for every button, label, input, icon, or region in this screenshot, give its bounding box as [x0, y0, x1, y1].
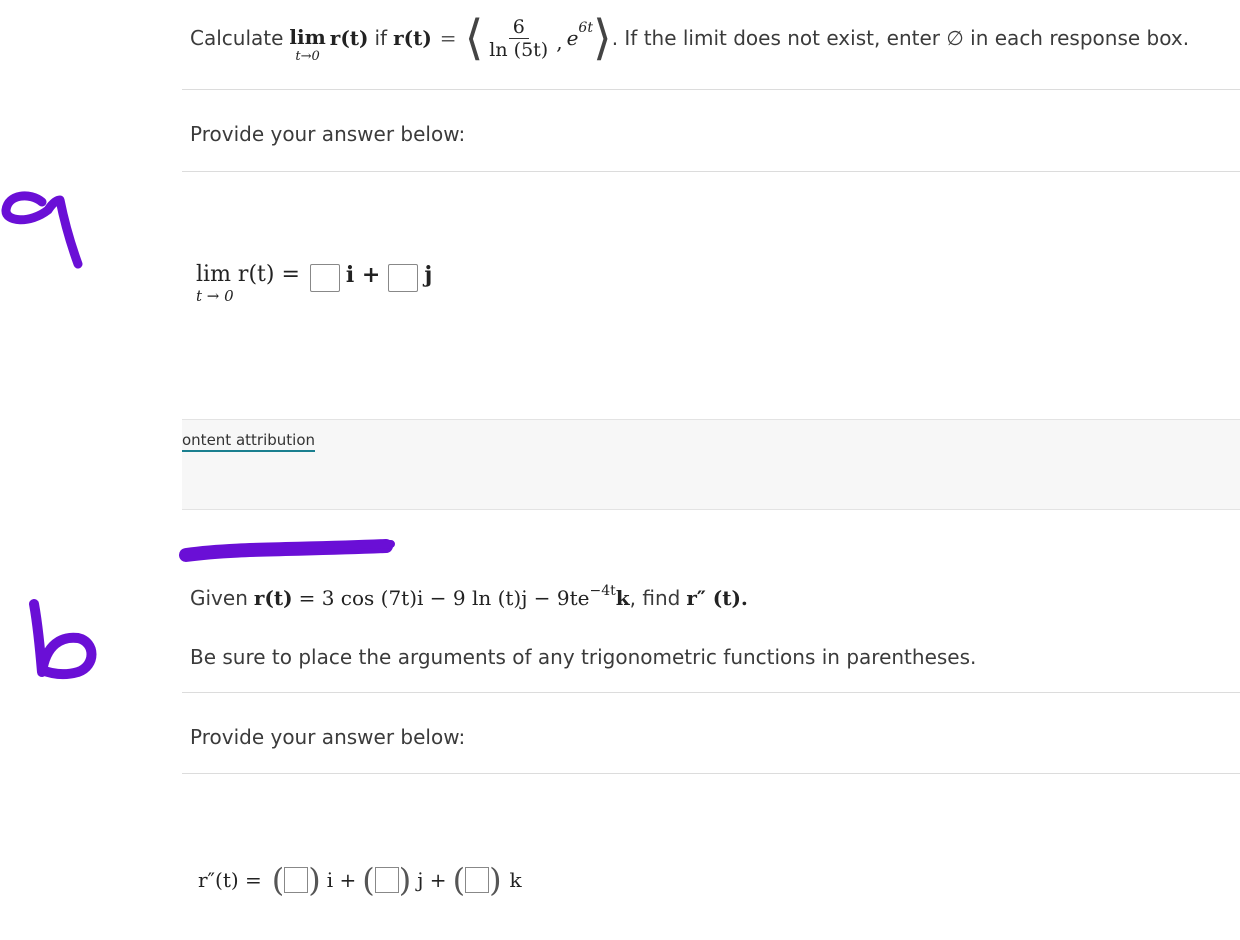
divider	[182, 171, 1240, 172]
j-component-input[interactable]	[388, 264, 419, 292]
i-component-input[interactable]	[284, 867, 309, 893]
question-a-prefix: Calculate	[190, 26, 284, 50]
j-unit-label: j	[424, 262, 433, 288]
exp-base: e	[566, 26, 579, 50]
i-unit-label: i +	[345, 262, 381, 288]
question-a-suffix: . If the limit does not exist, enter ∅ i…	[611, 26, 1190, 50]
k-component-input[interactable]	[465, 867, 490, 893]
answer-limit: lim r(t) = t → 0	[196, 262, 300, 305]
limit-operator: lim t→0	[289, 24, 326, 64]
answer-b-row: r″(t) = ( ) i + ( ) j + ( ) k	[198, 861, 522, 899]
question-b: Given r(t) = 3 cos (7t)i − 9 ln (t)j − 9…	[190, 583, 748, 610]
r-double-prime-label: r″(t) =	[198, 868, 262, 892]
provide-answer-label-a: Provide your answer below:	[190, 122, 466, 146]
provide-answer-label-b: Provide your answer below:	[190, 725, 466, 749]
handwritten-b-mark	[29, 599, 97, 680]
left-angle-bracket: ⟨	[464, 10, 484, 66]
fraction: 6 ln (5t)	[489, 15, 549, 61]
right-angle-bracket: ⟩	[592, 10, 612, 66]
i-component-input[interactable]	[309, 264, 340, 292]
r-of-t: r(t)	[329, 26, 369, 50]
i-unit-label: i +	[326, 868, 357, 892]
exp-power: 6t	[578, 20, 593, 36]
content-attribution-link[interactable]: ontent attribution	[182, 431, 316, 452]
redaction-scribble	[179, 539, 395, 562]
j-unit-label: j +	[417, 868, 447, 892]
divider	[182, 773, 1240, 774]
question-a: Calculate lim t→0 r(t) if r(t) = ⟨ 6 ln …	[190, 10, 1190, 66]
j-component-input[interactable]	[374, 867, 399, 893]
instruction-text: Be sure to place the arguments of any tr…	[190, 645, 977, 669]
answer-a-row: lim r(t) = t → 0 i + j	[196, 262, 432, 305]
divider	[182, 692, 1240, 693]
k-unit-label: k	[509, 868, 522, 892]
handwritten-a-mark	[1, 191, 83, 269]
content-attribution-band	[182, 419, 1240, 510]
divider	[182, 89, 1240, 90]
